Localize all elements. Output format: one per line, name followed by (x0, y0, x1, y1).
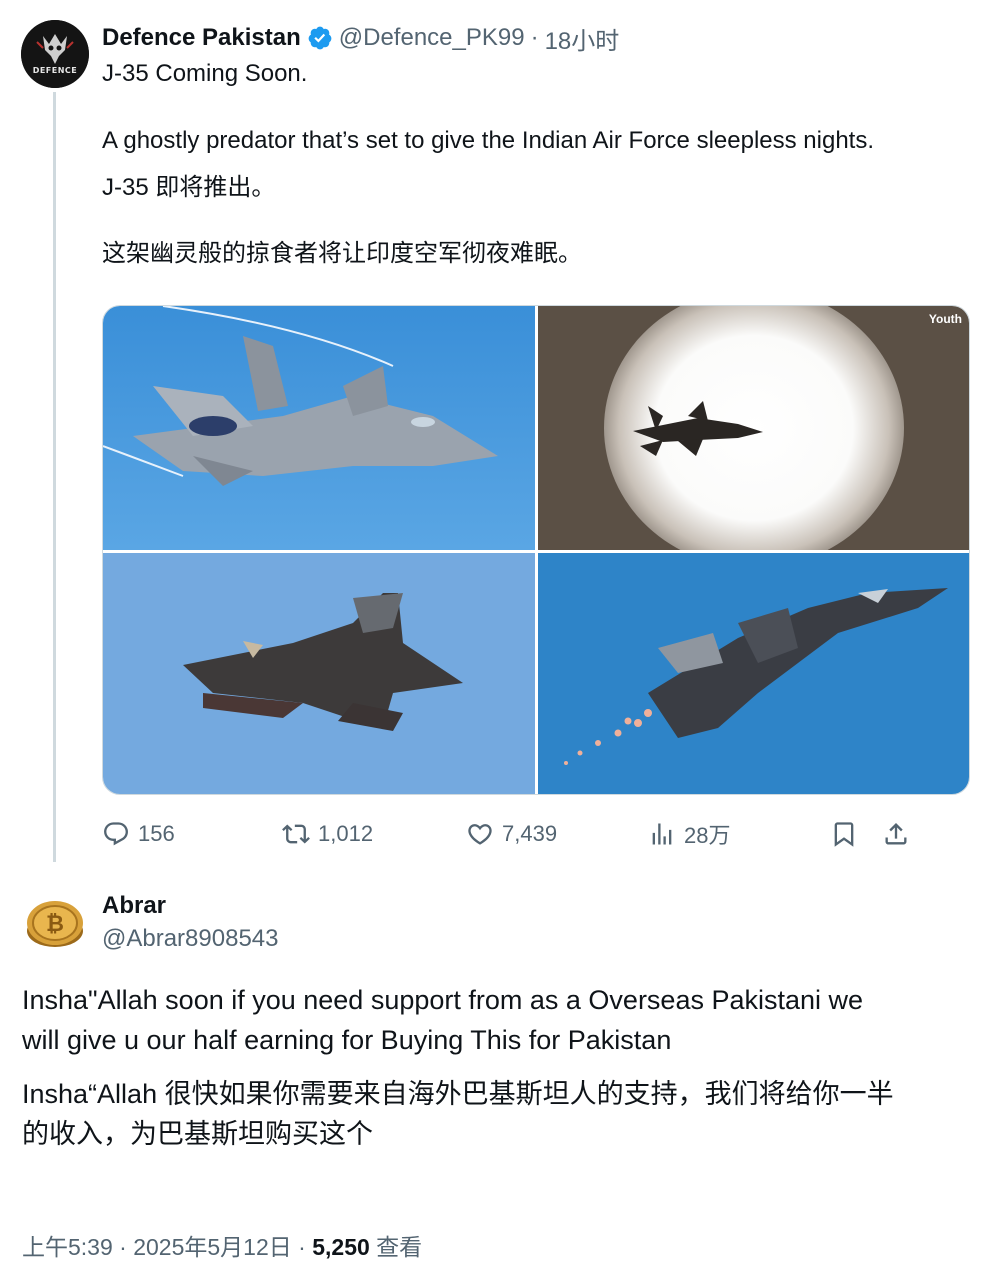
like-button[interactable]: 7,439 (466, 814, 557, 854)
reply-text-line-3: Insha“Allah 很快如果你需要来自海外巴基斯坦人的支持，我们将给你一半 (22, 1079, 894, 1109)
reply-time[interactable]: 上午5:39 (22, 1234, 113, 1260)
author-handle[interactable]: @Defence_PK99 (339, 24, 525, 52)
reply-date[interactable]: 2025年5月12日 (133, 1234, 292, 1260)
reply-text-line-4: 的收入，为巴基斯坦购买这个 (22, 1119, 373, 1149)
reply-meta-footer: 上午5:39 · 2025年5月12日 · 5,250 查看 (22, 1230, 422, 1264)
post-time[interactable]: 18小时 (545, 21, 620, 56)
header-separator: · (530, 24, 539, 51)
avatar-brand-text: DEFENCE (32, 66, 78, 75)
retweet-count: 1,012 (318, 821, 374, 846)
post-header: Defence Pakistan @Defence_PK99 · 18小时 (102, 21, 620, 56)
media-grid: Youth (102, 305, 970, 795)
post-action-bar: 156 1,012 7,439 28万 (102, 814, 922, 854)
reply-count: 156 (138, 821, 175, 846)
reply-avatar[interactable]: ₿ (21, 895, 85, 951)
thread-connector-line (53, 92, 56, 862)
post-text-line-2: A ghostly predator that’s set to give th… (102, 127, 874, 154)
heart-icon (468, 824, 492, 845)
footer-separator-2: · (298, 1234, 306, 1260)
bookmark-icon (834, 822, 854, 847)
footer-separator: · (119, 1234, 127, 1260)
reply-icon (104, 822, 128, 846)
post-text-line-4: 这架幽灵般的掠食者将让印度空军彻夜难眠。 (102, 240, 582, 267)
bitcoin-coin-icon: ₿ (27, 901, 83, 947)
views-count: 28万 (684, 823, 731, 848)
media-image-2[interactable]: Youth (538, 306, 969, 550)
post-text-line-3: J-35 即将推出。 (102, 174, 276, 201)
verified-badge-icon[interactable] (307, 25, 333, 51)
media-image-4[interactable] (538, 553, 969, 794)
bookmark-button[interactable] (830, 814, 866, 854)
skull-emblem-icon (21, 20, 89, 88)
share-button[interactable] (882, 814, 918, 854)
post-text-line-1: J-35 Coming Soon. (102, 60, 308, 87)
reply-text-line-1: Insha"Allah soon if you need support fro… (22, 985, 864, 1015)
reply-views-label: 查看 (376, 1234, 423, 1260)
reply-author-handle[interactable]: @Abrar8908543 (102, 923, 278, 955)
reply-views-count: 5,250 (312, 1234, 370, 1260)
reply-author-name[interactable]: Abrar (102, 890, 166, 922)
share-icon (885, 823, 907, 845)
reply-text-line-2: will give u our half earning for Buying … (22, 1025, 672, 1055)
like-count: 7,439 (502, 821, 558, 846)
views-button[interactable]: 28万 (648, 814, 730, 854)
views-icon (652, 823, 672, 845)
author-avatar[interactable]: DEFENCE (21, 20, 89, 88)
media-image-3[interactable] (103, 553, 535, 794)
retweet-button[interactable]: 1,012 (282, 814, 373, 854)
author-name[interactable]: Defence Pakistan (102, 24, 301, 52)
media-watermark: Youth (928, 312, 962, 326)
reply-button[interactable]: 156 (102, 814, 175, 854)
svg-text:₿: ₿ (46, 912, 64, 937)
media-image-1[interactable] (103, 306, 535, 550)
retweet-icon (282, 824, 310, 844)
